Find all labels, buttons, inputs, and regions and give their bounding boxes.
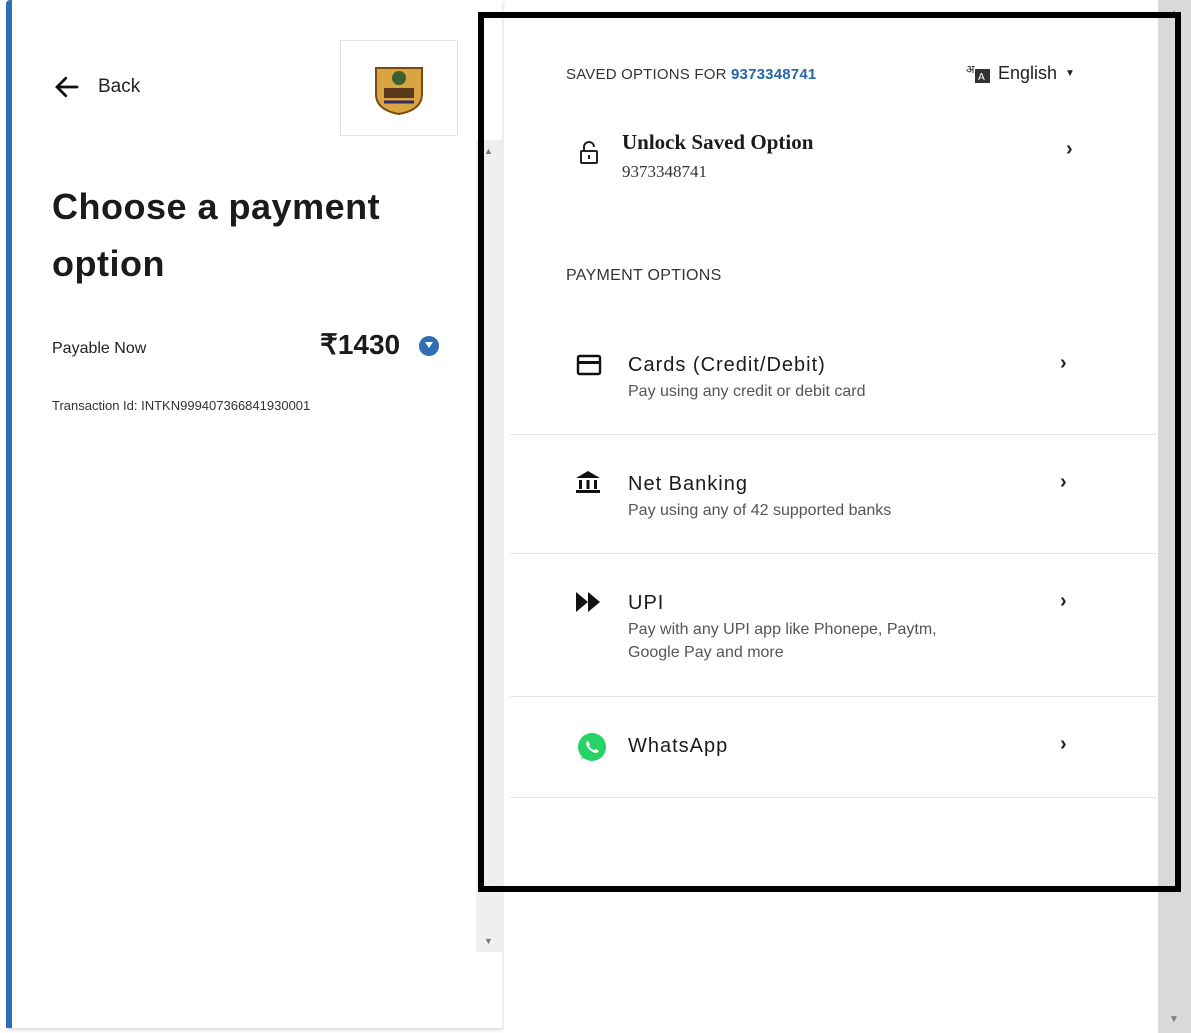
option-cards-desc: Pay using any credit or debit card bbox=[628, 383, 866, 400]
saved-options-header: SAVED OPTIONS FOR 9373348741 bbox=[566, 66, 816, 83]
chevron-right-icon: › bbox=[1066, 138, 1073, 160]
payment-options-header: PAYMENT OPTIONS bbox=[566, 267, 722, 284]
credit-card-icon bbox=[576, 354, 602, 376]
emblem-logo-icon bbox=[375, 67, 423, 116]
payable-label: Payable Now bbox=[52, 340, 147, 357]
saved-options-number: 9373348741 bbox=[731, 66, 817, 83]
transaction-id: Transaction Id: INTKN9994073668419300​01 bbox=[52, 398, 311, 413]
saved-options-prefix: SAVED OPTIONS FOR bbox=[566, 66, 732, 83]
payable-amount: ₹1430 bbox=[320, 329, 401, 360]
chevron-right-icon: › bbox=[1060, 733, 1067, 755]
option-net-banking-desc: Pay using any of 42 supported banks bbox=[628, 502, 892, 519]
svg-text:A: A bbox=[978, 72, 985, 83]
unlock-title: Unlock Saved Option bbox=[622, 130, 814, 154]
language-label: English bbox=[998, 62, 1058, 83]
option-upi[interactable]: UPI Pay with any UPI app like Phonepe, P… bbox=[510, 554, 1156, 697]
back-label: Back bbox=[98, 76, 141, 97]
bank-icon bbox=[576, 471, 600, 493]
right-scrollbar[interactable]: ▲ ▼ bbox=[1158, 0, 1191, 1033]
option-whatsapp-name: WhatsApp bbox=[628, 735, 729, 757]
option-cards[interactable]: Cards (Credit/Debit) Pay using any credi… bbox=[510, 318, 1156, 435]
scroll-up-icon[interactable]: ▲ bbox=[484, 146, 493, 156]
amount-details-toggle-icon[interactable] bbox=[419, 336, 439, 356]
unlock-saved-option[interactable]: Unlock Saved Option 9373348741 › bbox=[570, 126, 1090, 196]
option-upi-desc: Pay with any UPI app like Phonepe, Paytm… bbox=[628, 621, 937, 661]
chevron-right-icon: › bbox=[1060, 590, 1067, 612]
page-title: Choose a payment option bbox=[52, 186, 381, 284]
svg-text:अ: अ bbox=[966, 63, 975, 76]
arrow-left-icon bbox=[55, 76, 79, 98]
merchant-logo bbox=[340, 40, 458, 136]
chevron-right-icon: › bbox=[1060, 471, 1067, 493]
caret-down-icon: ▼ bbox=[1065, 67, 1075, 79]
option-net-banking[interactable]: Net Banking Pay using any of 42 supporte… bbox=[510, 435, 1156, 554]
unlock-icon bbox=[580, 141, 598, 164]
scroll-down-icon[interactable]: ▼ bbox=[484, 936, 493, 946]
whatsapp-icon bbox=[578, 733, 606, 761]
chevron-right-icon: › bbox=[1060, 352, 1067, 374]
scroll-down-icon[interactable]: ▼ bbox=[1169, 1014, 1179, 1025]
left-scrollbar[interactable]: ▲ ▼ bbox=[476, 140, 502, 952]
option-upi-name: UPI bbox=[628, 592, 665, 614]
option-whatsapp[interactable]: WhatsApp › bbox=[510, 697, 1156, 798]
order-summary-panel bbox=[6, 0, 502, 1028]
unlock-number: 9373348741 bbox=[622, 162, 707, 181]
back-button[interactable]: Back bbox=[52, 72, 140, 102]
upi-icon bbox=[576, 592, 600, 612]
option-net-banking-name: Net Banking bbox=[628, 473, 748, 495]
language-selector[interactable]: अ A English ▼ bbox=[966, 62, 1075, 84]
option-cards-name: Cards (Credit/Debit) bbox=[628, 354, 826, 376]
scroll-up-icon[interactable]: ▲ bbox=[1169, 8, 1179, 19]
translate-icon: अ A bbox=[966, 63, 990, 83]
